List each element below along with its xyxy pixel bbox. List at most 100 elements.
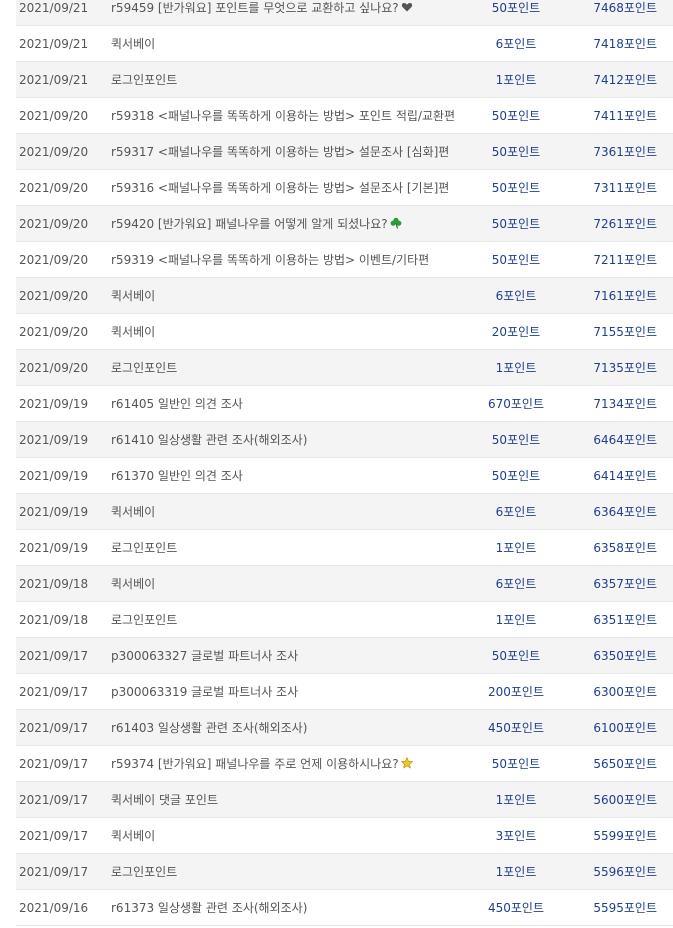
- date-cell: 2021/09/17: [19, 828, 89, 843]
- table-row: 2021/09/21 로그인포인트 1포인트 7412포인트: [16, 62, 673, 98]
- balance-points-cell: 5595포인트: [593, 901, 657, 915]
- description-cell: p300063327 글로벌 파트너사 조사: [111, 647, 475, 664]
- balance-points-cell: 5600포인트: [593, 793, 657, 807]
- balance-points-cell: 6300포인트: [593, 685, 657, 699]
- description-cell: r61403 일상생활 관련 조사(해외조사): [111, 719, 475, 736]
- description-cell: 로그인포인트: [111, 359, 475, 376]
- description-cell: r61370 일반인 의견 조사: [111, 467, 475, 484]
- balance-points-cell: 5596포인트: [593, 865, 657, 879]
- date-cell: 2021/09/19: [19, 540, 89, 555]
- description-cell: 퀵서베이: [111, 287, 475, 304]
- earned-points-cell: 1포인트: [495, 613, 537, 627]
- description-text: p300063319 글로벌 파트너사 조사: [111, 685, 299, 699]
- table-row: 2021/09/20 퀵서베이 6포인트 7161포인트: [16, 278, 673, 314]
- description-text: r59374 [반가워요] 패널나우를 주로 언제 이용하시나요?: [111, 757, 399, 771]
- balance-points-cell: 6350포인트: [593, 649, 657, 663]
- balance-points-cell: 7411포인트: [593, 109, 657, 123]
- earned-points-cell: 200포인트: [487, 685, 545, 699]
- balance-points-cell: 6414포인트: [593, 469, 657, 483]
- balance-points-cell: 6100포인트: [593, 721, 657, 735]
- table-row: 2021/09/17 r59374 [반가워요] 패널나우를 주로 언제 이용하시…: [16, 746, 673, 782]
- star-icon: [400, 757, 413, 769]
- date-cell: 2021/09/19: [19, 468, 89, 483]
- earned-points-cell: 50포인트: [491, 1, 541, 15]
- date-cell: 2021/09/17: [19, 684, 89, 699]
- description-cell: 퀵서베이: [111, 575, 475, 592]
- table-row: 2021/09/19 로그인포인트 1포인트 6358포인트: [16, 530, 673, 566]
- description-cell: r61405 일반인 의견 조사: [111, 395, 475, 412]
- description-cell: r59374 [반가워요] 패널나우를 주로 언제 이용하시나요?: [111, 755, 475, 772]
- date-cell: 2021/09/17: [19, 648, 89, 663]
- date-cell: 2021/09/20: [19, 216, 89, 231]
- balance-points-cell: 7418포인트: [593, 37, 657, 51]
- balance-points-cell: 7311포인트: [593, 181, 657, 195]
- table-row: 2021/09/16 r61373 일상생활 관련 조사(해외조사) 450포인트 5…: [16, 890, 673, 926]
- earned-points-cell: 50포인트: [491, 649, 541, 663]
- clover-icon: [390, 217, 402, 229]
- earned-points-cell: 6포인트: [495, 577, 537, 591]
- description-cell: 로그인포인트: [111, 863, 475, 880]
- description-text: 로그인포인트: [111, 865, 178, 879]
- table-row: 2021/09/17 퀵서베이 댓글 포인트 1포인트 5600포인트: [16, 782, 673, 818]
- description-text: p300063327 글로벌 파트너사 조사: [111, 649, 299, 663]
- table-row: 2021/09/20 r59317 <패널나우를 똑똑하게 이용하는 방법> 설문…: [16, 134, 673, 170]
- balance-points-cell: 7161포인트: [593, 289, 657, 303]
- date-cell: 2021/09/20: [19, 252, 89, 267]
- description-text: 로그인포인트: [111, 541, 178, 555]
- description-text: 퀵서베이: [111, 829, 156, 843]
- earned-points-cell: 450포인트: [487, 721, 545, 735]
- date-cell: 2021/09/19: [19, 396, 89, 411]
- heart-icon: [401, 2, 412, 12]
- earned-points-cell: 1포인트: [495, 541, 537, 555]
- date-cell: 2021/09/17: [19, 792, 89, 807]
- table-row: 2021/09/19 r61405 일반인 의견 조사 670포인트 7134포인트: [16, 386, 673, 422]
- balance-points-cell: 6364포인트: [593, 505, 657, 519]
- date-cell: 2021/09/21: [19, 36, 89, 51]
- earned-points-cell: 3포인트: [495, 829, 537, 843]
- date-cell: 2021/09/19: [19, 504, 89, 519]
- description-cell: r59459 [반가워요] 포인트를 무엇으로 교환하고 싶나요?: [111, 0, 475, 16]
- table-row: 2021/09/20 퀵서베이 20포인트 7155포인트: [16, 314, 673, 350]
- description-cell: 퀵서베이: [111, 503, 475, 520]
- table-row: 2021/09/20 r59420 [반가워요] 패널나우를 어떻게 알게 되셨나…: [16, 206, 673, 242]
- earned-points-cell: 1포인트: [495, 793, 537, 807]
- earned-points-cell: 6포인트: [495, 37, 537, 51]
- description-text: r59420 [반가워요] 패널나우를 어떻게 알게 되셨나요?: [111, 217, 388, 231]
- description-cell: 로그인포인트: [111, 539, 475, 556]
- table-row: 2021/09/17 p300063327 글로벌 파트너사 조사 50포인트 635…: [16, 638, 673, 674]
- balance-points-cell: 6464포인트: [593, 433, 657, 447]
- table-row: 2021/09/20 로그인포인트 1포인트 7135포인트: [16, 350, 673, 386]
- table-row: 2021/09/19 퀵서베이 6포인트 6364포인트: [16, 494, 673, 530]
- earned-points-cell: 670포인트: [487, 397, 545, 411]
- table-row: 2021/09/20 r59319 <패널나우를 똑똑하게 이용하는 방법> 이벤…: [16, 242, 673, 278]
- point-history-table: 2021/09/21 r59459 [반가워요] 포인트를 무엇으로 교환하고 싶…: [16, 0, 673, 926]
- description-text: r61403 일상생활 관련 조사(해외조사): [111, 721, 308, 735]
- date-cell: 2021/09/18: [19, 612, 89, 627]
- date-cell: 2021/09/20: [19, 108, 89, 123]
- description-cell: r59317 <패널나우를 똑똑하게 이용하는 방법> 설문조사 [심화]편: [111, 143, 475, 160]
- earned-points-cell: 1포인트: [495, 865, 537, 879]
- earned-points-cell: 50포인트: [491, 433, 541, 447]
- description-cell: r61373 일상생활 관련 조사(해외조사): [111, 899, 475, 916]
- table-row: 2021/09/21 퀵서베이 6포인트 7418포인트: [16, 26, 673, 62]
- table-row: 2021/09/17 퀵서베이 3포인트 5599포인트: [16, 818, 673, 854]
- earned-points-cell: 50포인트: [491, 145, 541, 159]
- table-row: 2021/09/21 r59459 [반가워요] 포인트를 무엇으로 교환하고 싶…: [16, 0, 673, 26]
- table-row: 2021/09/17 p300063319 글로벌 파트너사 조사 200포인트 63…: [16, 674, 673, 710]
- date-cell: 2021/09/17: [19, 864, 89, 879]
- description-text: r59317 <패널나우를 똑똑하게 이용하는 방법> 설문조사 [심화]편: [111, 145, 450, 159]
- balance-points-cell: 5650포인트: [593, 757, 657, 771]
- description-text: 로그인포인트: [111, 361, 178, 375]
- description-cell: 퀵서베이: [111, 323, 475, 340]
- earned-points-cell: 1포인트: [495, 73, 537, 87]
- balance-points-cell: 6351포인트: [593, 613, 657, 627]
- earned-points-cell: 50포인트: [491, 469, 541, 483]
- date-cell: 2021/09/20: [19, 360, 89, 375]
- balance-points-cell: 7261포인트: [593, 217, 657, 231]
- description-cell: 로그인포인트: [111, 611, 475, 628]
- date-cell: 2021/09/19: [19, 432, 89, 447]
- date-cell: 2021/09/21: [19, 72, 89, 87]
- description-text: r59319 <패널나우를 똑똑하게 이용하는 방법> 이벤트/기타편: [111, 253, 430, 267]
- table-row: 2021/09/18 퀵서베이 6포인트 6357포인트: [16, 566, 673, 602]
- description-cell: 퀵서베이: [111, 827, 475, 844]
